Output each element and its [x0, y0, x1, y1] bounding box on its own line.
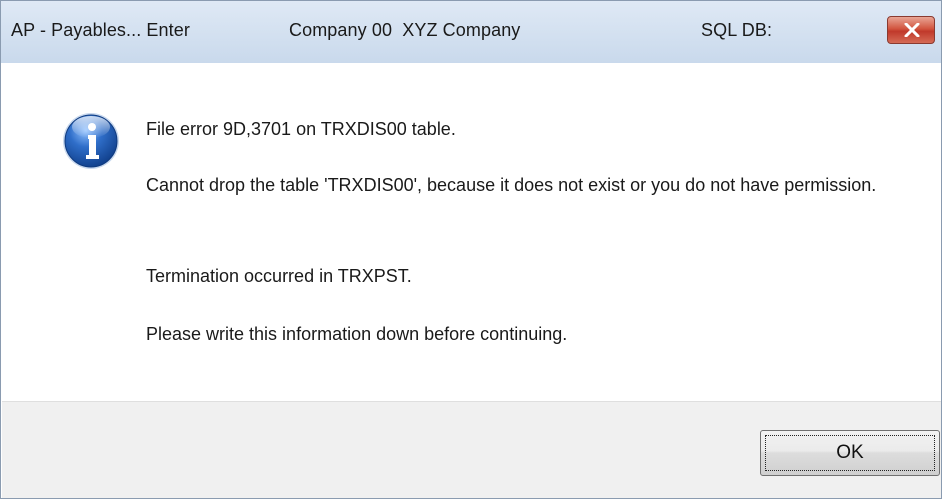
info-icon	[63, 113, 119, 169]
error-message-line2: Cannot drop the table 'TRXDIS00', becaus…	[146, 175, 877, 195]
company-title: Company 00 XYZ Company	[289, 20, 521, 40]
error-dialog-window: AP - Payables... Enter Company 00 XYZ Co…	[0, 0, 942, 499]
dialog-footer: OK	[2, 401, 941, 498]
window-title: AP - Payables... Enter	[11, 20, 190, 40]
close-icon	[904, 23, 920, 37]
sql-db-title: SQL DB:	[701, 20, 773, 40]
title-bar[interactable]: AP - Payables... Enter Company 00 XYZ Co…	[1, 1, 941, 63]
error-message-line1: File error 9D,3701 on TRXDIS00 table.	[146, 119, 456, 139]
ok-button[interactable]: OK	[760, 430, 940, 476]
ok-button-label: OK	[836, 442, 864, 463]
error-message-line3: Termination occurred in TRXPST.	[146, 266, 412, 286]
dialog-content	[2, 63, 941, 401]
close-button[interactable]	[887, 16, 935, 44]
error-message-line4: Please write this information down befor…	[146, 324, 568, 344]
